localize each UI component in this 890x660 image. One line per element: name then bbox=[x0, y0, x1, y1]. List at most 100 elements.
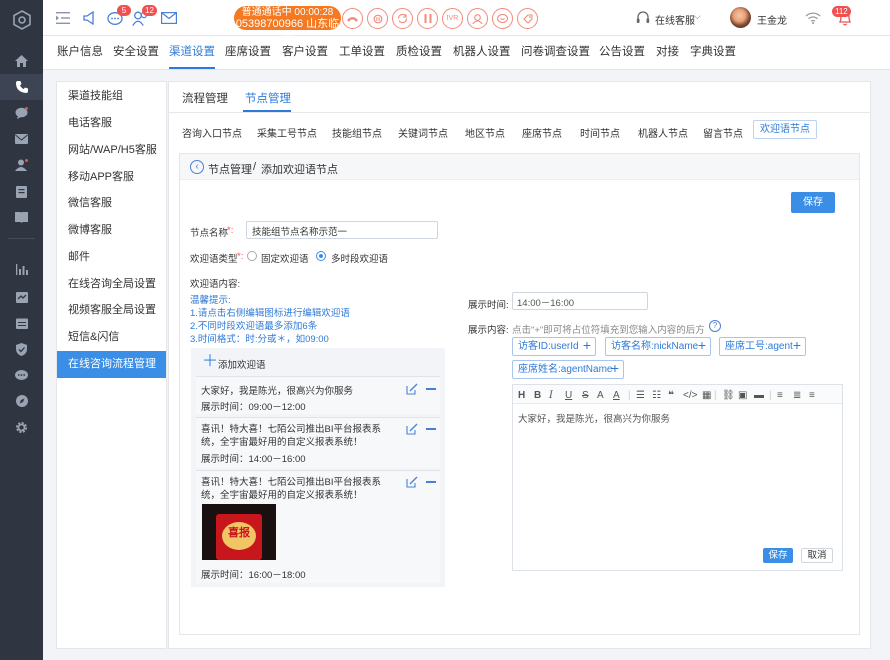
link-icon[interactable]: ⛓ bbox=[722, 390, 735, 401]
edit-icon[interactable] bbox=[406, 476, 418, 491]
chevron-down-icon[interactable]: ⌵ bbox=[694, 11, 701, 22]
nav-channel[interactable]: 渠道设置 bbox=[169, 36, 215, 69]
plus-icon[interactable]: + bbox=[793, 337, 801, 354]
calendar-icon[interactable] bbox=[0, 310, 43, 336]
announcement-icon[interactable] bbox=[80, 8, 100, 28]
hangup-icon[interactable] bbox=[342, 8, 363, 29]
heading-icon[interactable]: H bbox=[518, 390, 525, 401]
shield-icon[interactable] bbox=[0, 336, 43, 362]
node-tab-keyword[interactable]: 关键词节点 bbox=[398, 125, 448, 140]
nav-integration[interactable]: 对接 bbox=[656, 36, 679, 69]
type-multi-radio[interactable] bbox=[316, 251, 326, 261]
menu-wechat[interactable]: 微信客服 bbox=[57, 190, 166, 217]
nav-security[interactable]: 安全设置 bbox=[113, 36, 159, 69]
node-tab-collect[interactable]: 采集工号节点 bbox=[257, 125, 317, 140]
evaluate-icon[interactable] bbox=[492, 8, 513, 29]
menu-app[interactable]: 移动APP客服 bbox=[57, 164, 166, 191]
display-time-input[interactable]: 14:00－16:00 bbox=[512, 292, 648, 310]
bullet-list-icon[interactable]: ☷ bbox=[652, 390, 661, 401]
node-tab-welcome[interactable]: 欢迎语节点 bbox=[753, 120, 817, 139]
name-input[interactable]: 技能组节点名称示范一 bbox=[246, 221, 438, 239]
monitor-icon[interactable] bbox=[0, 284, 43, 310]
ordered-list-icon[interactable]: ☰ bbox=[636, 390, 645, 401]
tag-user-id[interactable]: 访客ID:userId + bbox=[512, 337, 596, 356]
strikethrough-icon[interactable]: S bbox=[582, 390, 589, 401]
node-tab-time[interactable]: 时间节点 bbox=[580, 125, 620, 140]
home-icon[interactable] bbox=[0, 48, 43, 74]
consult-icon[interactable] bbox=[467, 8, 488, 29]
nav-ticket[interactable]: 工单设置 bbox=[339, 36, 385, 69]
avatar[interactable] bbox=[730, 7, 751, 28]
tag-nick-name[interactable]: 访客名称:nickName + bbox=[605, 337, 711, 356]
editor-cancel-button[interactable]: 取消 bbox=[801, 548, 833, 563]
user-name[interactable]: 王金龙 bbox=[757, 12, 787, 27]
node-tab-skill[interactable]: 技能组节点 bbox=[332, 125, 382, 140]
tag-agent[interactable]: 座席工号:agent + bbox=[719, 337, 806, 356]
tab-flow[interactable]: 流程管理 bbox=[182, 90, 228, 106]
plus-icon[interactable]: ＋ bbox=[202, 354, 218, 370]
divider-icon[interactable]: ▬ bbox=[754, 390, 764, 401]
back-icon[interactable]: ‹ bbox=[190, 160, 204, 174]
plus-icon[interactable]: + bbox=[698, 337, 706, 354]
agent-status-select[interactable]: 在线客服 bbox=[655, 12, 695, 27]
highlight-icon[interactable]: A bbox=[613, 390, 620, 401]
book-icon[interactable] bbox=[0, 204, 43, 230]
menu-online-flow[interactable]: 在线咨询流程管理 bbox=[57, 351, 166, 378]
menu-sms[interactable]: 短信&闪信 bbox=[57, 324, 166, 351]
ivr-button[interactable]: IVR bbox=[442, 8, 463, 29]
tag-agent-name[interactable]: 座席姓名:agentName + bbox=[512, 360, 624, 379]
image-icon[interactable]: ▣ bbox=[738, 390, 747, 401]
tag-icon[interactable] bbox=[517, 8, 538, 29]
menu-skill-group[interactable]: 渠道技能组 bbox=[57, 83, 166, 110]
type-fixed-radio[interactable] bbox=[247, 251, 257, 261]
edit-icon[interactable] bbox=[406, 423, 418, 438]
save-button[interactable]: 保存 bbox=[791, 192, 835, 213]
editor-save-button[interactable]: 保存 bbox=[763, 548, 793, 563]
nav-notice[interactable]: 公告设置 bbox=[599, 36, 645, 69]
type-fixed-label[interactable]: 固定欢迎语 bbox=[261, 251, 309, 265]
quote-icon[interactable]: ❝ bbox=[668, 390, 674, 401]
nav-survey[interactable]: 问卷调查设置 bbox=[521, 36, 590, 69]
node-tab-robot[interactable]: 机器人节点 bbox=[638, 125, 688, 140]
type-multi-label[interactable]: 多时段欢迎语 bbox=[331, 251, 388, 265]
font-color-icon[interactable]: A bbox=[597, 390, 604, 401]
code-icon[interactable]: </> bbox=[683, 390, 697, 401]
tab-node[interactable]: 节点管理 bbox=[245, 90, 291, 106]
table-icon[interactable]: ▦ bbox=[702, 390, 711, 401]
delete-icon[interactable] bbox=[426, 428, 436, 430]
mail-icon[interactable] bbox=[0, 126, 43, 152]
menu-weibo[interactable]: 微博客服 bbox=[57, 217, 166, 244]
align-center-icon[interactable]: ≣ bbox=[793, 390, 801, 401]
menu-video-global[interactable]: 视频客服全局设置 bbox=[57, 297, 166, 324]
breadcrumb-parent[interactable]: 节点管理 bbox=[208, 161, 252, 177]
message-icon[interactable] bbox=[0, 362, 43, 388]
help-icon[interactable]: ? bbox=[709, 320, 721, 332]
report-icon[interactable] bbox=[0, 256, 43, 282]
align-left-icon[interactable]: ≡ bbox=[777, 390, 783, 401]
bold-icon[interactable]: B bbox=[534, 390, 541, 401]
align-right-icon[interactable]: ≡ bbox=[809, 390, 815, 401]
call-status-pill[interactable]: 普通通话中 00:00:28 05398700966 山东临沂 bbox=[234, 6, 341, 43]
node-tab-message[interactable]: 留言节点 bbox=[703, 125, 743, 140]
transfer-icon[interactable] bbox=[392, 8, 413, 29]
compass-icon[interactable] bbox=[0, 388, 43, 414]
ticket-icon[interactable] bbox=[0, 178, 43, 204]
delete-icon[interactable] bbox=[426, 388, 436, 390]
headset-icon[interactable] bbox=[633, 8, 653, 28]
nav-account[interactable]: 账户信息 bbox=[57, 36, 103, 69]
nav-quality[interactable]: 质检设置 bbox=[396, 36, 442, 69]
underline-icon[interactable]: U bbox=[565, 390, 572, 401]
nav-robot[interactable]: 机器人设置 bbox=[453, 36, 511, 69]
nav-customer[interactable]: 客户设置 bbox=[282, 36, 328, 69]
delete-icon[interactable] bbox=[426, 481, 436, 483]
node-tab-seat[interactable]: 座席节点 bbox=[522, 125, 562, 140]
gear-icon[interactable] bbox=[0, 414, 43, 440]
editor-body-text[interactable]: 大家好，我是陈光，很高兴为你服务 bbox=[518, 411, 670, 425]
node-tab-entry[interactable]: 咨询入口节点 bbox=[182, 125, 242, 140]
menu-email[interactable]: 邮件 bbox=[57, 244, 166, 271]
menu-phone[interactable]: 电话客服 bbox=[57, 110, 166, 137]
nav-dictionary[interactable]: 字典设置 bbox=[690, 36, 736, 69]
phone-icon[interactable] bbox=[0, 74, 43, 100]
italic-icon[interactable]: I bbox=[549, 390, 553, 401]
envelope-icon[interactable] bbox=[159, 8, 179, 28]
